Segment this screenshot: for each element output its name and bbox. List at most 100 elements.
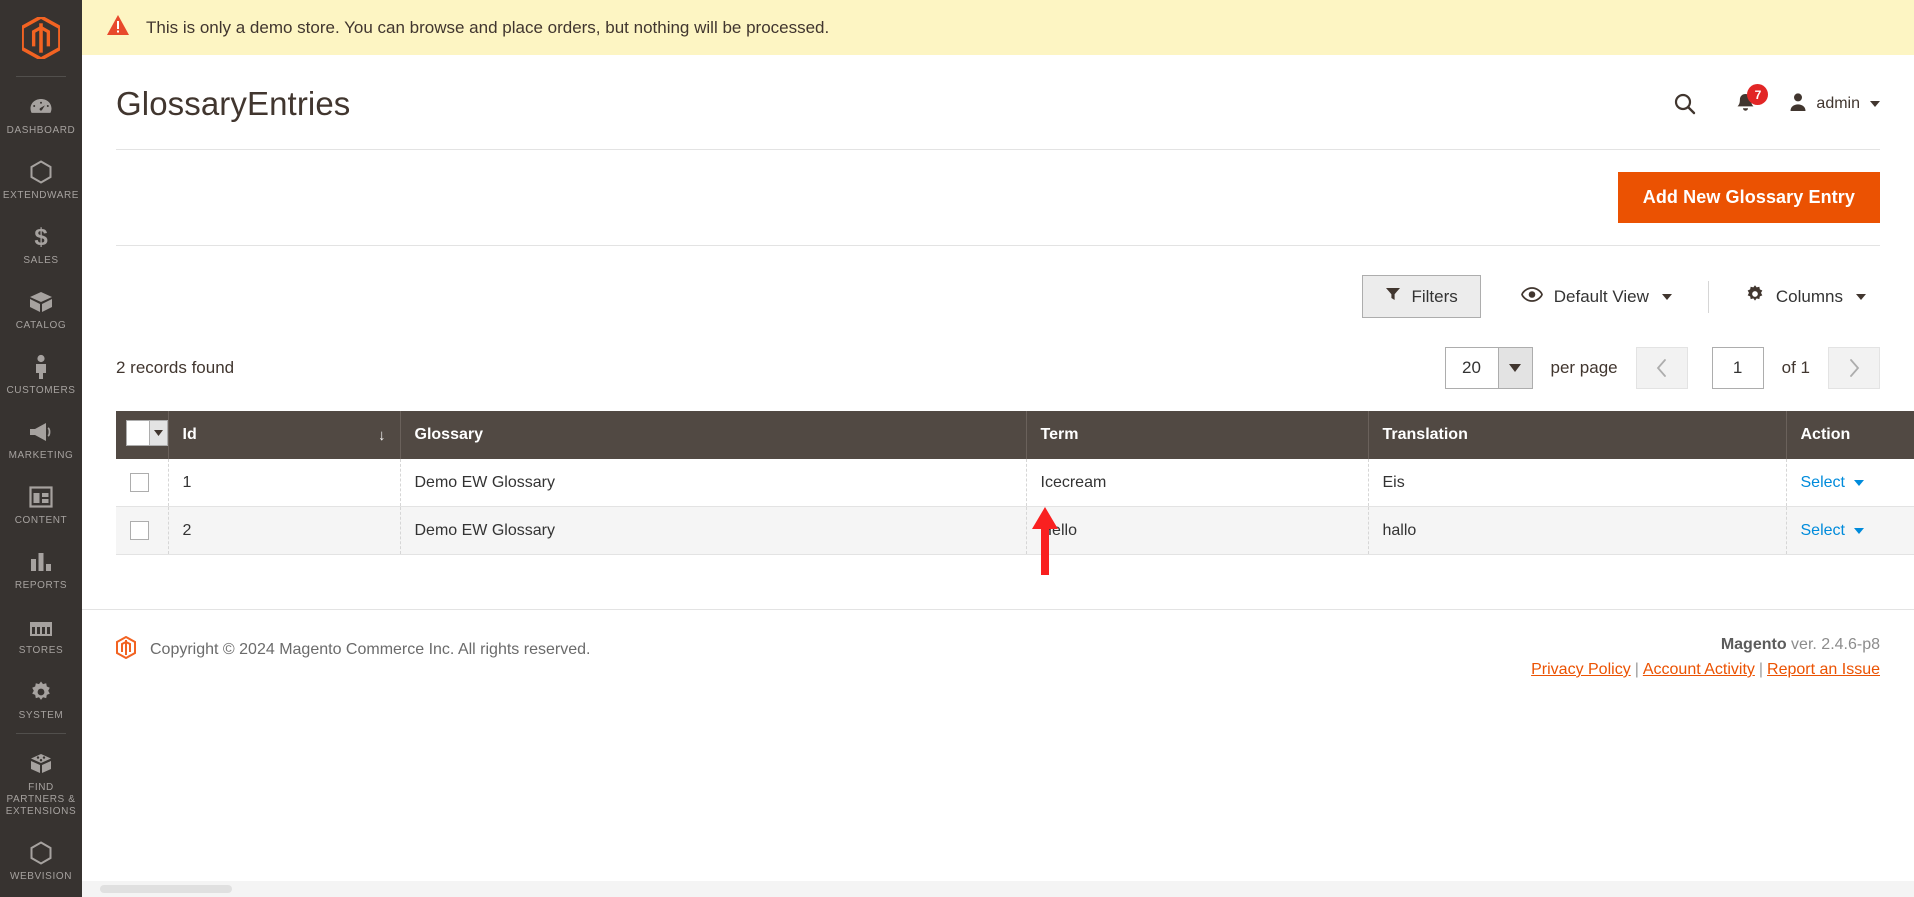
toolbar-separator bbox=[1708, 281, 1709, 313]
cell-glossary: Demo EW Glossary bbox=[400, 459, 1026, 507]
sidebar-item-reports[interactable]: REPORTS bbox=[0, 538, 82, 603]
dollar-icon: $ bbox=[32, 224, 50, 250]
account-activity-link[interactable]: Account Activity bbox=[1643, 661, 1755, 678]
chevron-down-icon bbox=[1854, 480, 1864, 486]
mass-select-checkbox[interactable] bbox=[127, 421, 149, 445]
admin-user-menu[interactable]: admin bbox=[1788, 92, 1880, 117]
svg-text:$: $ bbox=[34, 224, 48, 250]
admin-user-name: admin bbox=[1816, 95, 1860, 113]
row-checkbox[interactable] bbox=[130, 521, 149, 540]
footer-right: Magento ver. 2.4.6-p8 Privacy Policy|Acc… bbox=[1531, 636, 1880, 679]
sidebar-item-label: DASHBOARD bbox=[7, 125, 76, 137]
version-number: ver. 2.4.6-p8 bbox=[1787, 636, 1880, 653]
sidebar-item-content[interactable]: CONTENT bbox=[0, 473, 82, 538]
page-header: GlossaryEntries 7 admin bbox=[82, 55, 1914, 149]
filters-button[interactable]: Filters bbox=[1362, 275, 1480, 318]
select-label: Select bbox=[1801, 474, 1845, 492]
layout-icon bbox=[29, 484, 53, 510]
default-view-dropdown[interactable]: Default View bbox=[1507, 277, 1686, 317]
columns-label: Columns bbox=[1776, 287, 1843, 307]
add-new-glossary-entry-button[interactable]: Add New Glossary Entry bbox=[1618, 172, 1880, 223]
footer-copyright: Copyright © 2024 Magento Commerce Inc. A… bbox=[116, 636, 590, 664]
column-label: Id bbox=[183, 426, 197, 444]
admin-page: DASHBOARD EXTENDWARE $ SALES CATALOG CUS… bbox=[0, 0, 1914, 897]
gear-icon bbox=[29, 679, 53, 705]
cell-action[interactable]: Select bbox=[1786, 507, 1914, 555]
sidebar-item-extendware[interactable]: EXTENDWARE bbox=[0, 148, 82, 213]
sidebar-item-sales[interactable]: $ SALES bbox=[0, 213, 82, 278]
sidebar-item-customers[interactable]: CUSTOMERS bbox=[0, 343, 82, 408]
row-select-cell[interactable] bbox=[116, 459, 168, 507]
privacy-policy-link[interactable]: Privacy Policy bbox=[1531, 661, 1631, 678]
column-header-glossary[interactable]: Glossary bbox=[400, 411, 1026, 459]
column-header-id[interactable]: Id ↓ bbox=[168, 411, 400, 459]
copyright-text: Copyright © 2024 Magento Commerce Inc. A… bbox=[150, 641, 590, 659]
sidebar-item-label: CUSTOMERS bbox=[6, 385, 75, 397]
sidebar-item-webvision[interactable]: WEBVISION bbox=[0, 829, 82, 894]
footer-links: Privacy Policy|Account Activity|Report a… bbox=[1531, 661, 1880, 679]
cell-translation: hallo bbox=[1368, 507, 1786, 555]
row-select-cell[interactable] bbox=[116, 507, 168, 555]
sidebar-item-dashboard[interactable]: DASHBOARD bbox=[0, 83, 82, 148]
column-header-term[interactable]: Term bbox=[1026, 411, 1368, 459]
cell-translation: Eis bbox=[1368, 459, 1786, 507]
page-actions-bar: Add New Glossary Entry bbox=[116, 149, 1880, 246]
next-page-button[interactable] bbox=[1828, 347, 1880, 389]
column-label: Translation bbox=[1383, 426, 1468, 443]
sidebar-item-label: REPORTS bbox=[15, 580, 67, 592]
person-icon bbox=[32, 354, 50, 380]
sidebar-item-system[interactable]: SYSTEM bbox=[0, 668, 82, 733]
megaphone-icon bbox=[28, 419, 54, 445]
header-actions: 7 admin bbox=[1668, 87, 1880, 121]
previous-page-button[interactable] bbox=[1636, 347, 1688, 389]
page-footer: Copyright © 2024 Magento Commerce Inc. A… bbox=[82, 609, 1914, 679]
magento-version: Magento ver. 2.4.6-p8 bbox=[1531, 636, 1880, 654]
sidebar-item-label: CATALOG bbox=[16, 320, 67, 332]
per-page-select[interactable]: 20 bbox=[1445, 347, 1533, 389]
mass-select-dropdown[interactable] bbox=[126, 420, 168, 446]
sidebar-item-find-partners[interactable]: FIND PARTNERS & EXTENSIONS bbox=[0, 740, 82, 829]
search-icon[interactable] bbox=[1668, 87, 1702, 121]
scrollbar-thumb[interactable] bbox=[100, 885, 232, 893]
grid-meta-bar: 2 records found 20 per page of 1 bbox=[116, 343, 1880, 393]
sidebar-divider-top bbox=[16, 76, 66, 77]
table-row[interactable]: 1 Demo EW Glossary Icecream Eis Select bbox=[116, 459, 1914, 507]
magento-logo-icon bbox=[116, 636, 136, 664]
chevron-down-icon bbox=[1662, 294, 1672, 300]
notification-count-badge: 7 bbox=[1747, 84, 1768, 105]
cell-term: Icecream bbox=[1026, 459, 1368, 507]
magento-brand-label: Magento bbox=[1721, 636, 1787, 653]
funnel-icon bbox=[1385, 286, 1401, 307]
admin-sidebar: DASHBOARD EXTENDWARE $ SALES CATALOG CUS… bbox=[0, 0, 82, 897]
filters-label: Filters bbox=[1411, 287, 1457, 307]
notifications-bell-icon[interactable]: 7 bbox=[1728, 87, 1762, 121]
report-an-issue-link[interactable]: Report an Issue bbox=[1767, 661, 1880, 678]
row-checkbox[interactable] bbox=[130, 473, 149, 492]
column-header-translation[interactable]: Translation bbox=[1368, 411, 1786, 459]
warning-triangle-icon bbox=[106, 14, 130, 41]
columns-dropdown[interactable]: Columns bbox=[1731, 274, 1880, 319]
chevron-down-icon[interactable] bbox=[149, 421, 167, 445]
current-page-input[interactable] bbox=[1712, 347, 1764, 389]
gear-icon bbox=[1745, 284, 1765, 309]
sort-desc-arrow-icon: ↓ bbox=[378, 427, 386, 444]
hexagon-icon bbox=[30, 159, 52, 185]
user-avatar-icon bbox=[1788, 92, 1808, 117]
magento-logo[interactable] bbox=[0, 0, 82, 76]
cell-action[interactable]: Select bbox=[1786, 459, 1914, 507]
dashboard-icon bbox=[29, 94, 53, 120]
main-content: This is only a demo store. You can brows… bbox=[82, 0, 1914, 897]
sidebar-item-catalog[interactable]: CATALOG bbox=[0, 278, 82, 343]
select-label: Select bbox=[1801, 522, 1845, 540]
sidebar-item-marketing[interactable]: MARKETING bbox=[0, 408, 82, 473]
chevron-down-icon[interactable] bbox=[1498, 348, 1532, 388]
sidebar-item-stores[interactable]: STORES bbox=[0, 603, 82, 668]
column-header-select-all[interactable] bbox=[116, 411, 168, 459]
row-select-dropdown[interactable]: Select bbox=[1801, 474, 1864, 492]
table-row[interactable]: 2 Demo EW Glossary Hello hallo Select bbox=[116, 507, 1914, 555]
table-head: Id ↓ Glossary Term Translation bbox=[116, 411, 1914, 459]
per-page-value: 20 bbox=[1446, 348, 1498, 388]
box-icon bbox=[28, 289, 54, 315]
horizontal-scrollbar[interactable] bbox=[82, 881, 1914, 897]
row-select-dropdown[interactable]: Select bbox=[1801, 522, 1864, 540]
